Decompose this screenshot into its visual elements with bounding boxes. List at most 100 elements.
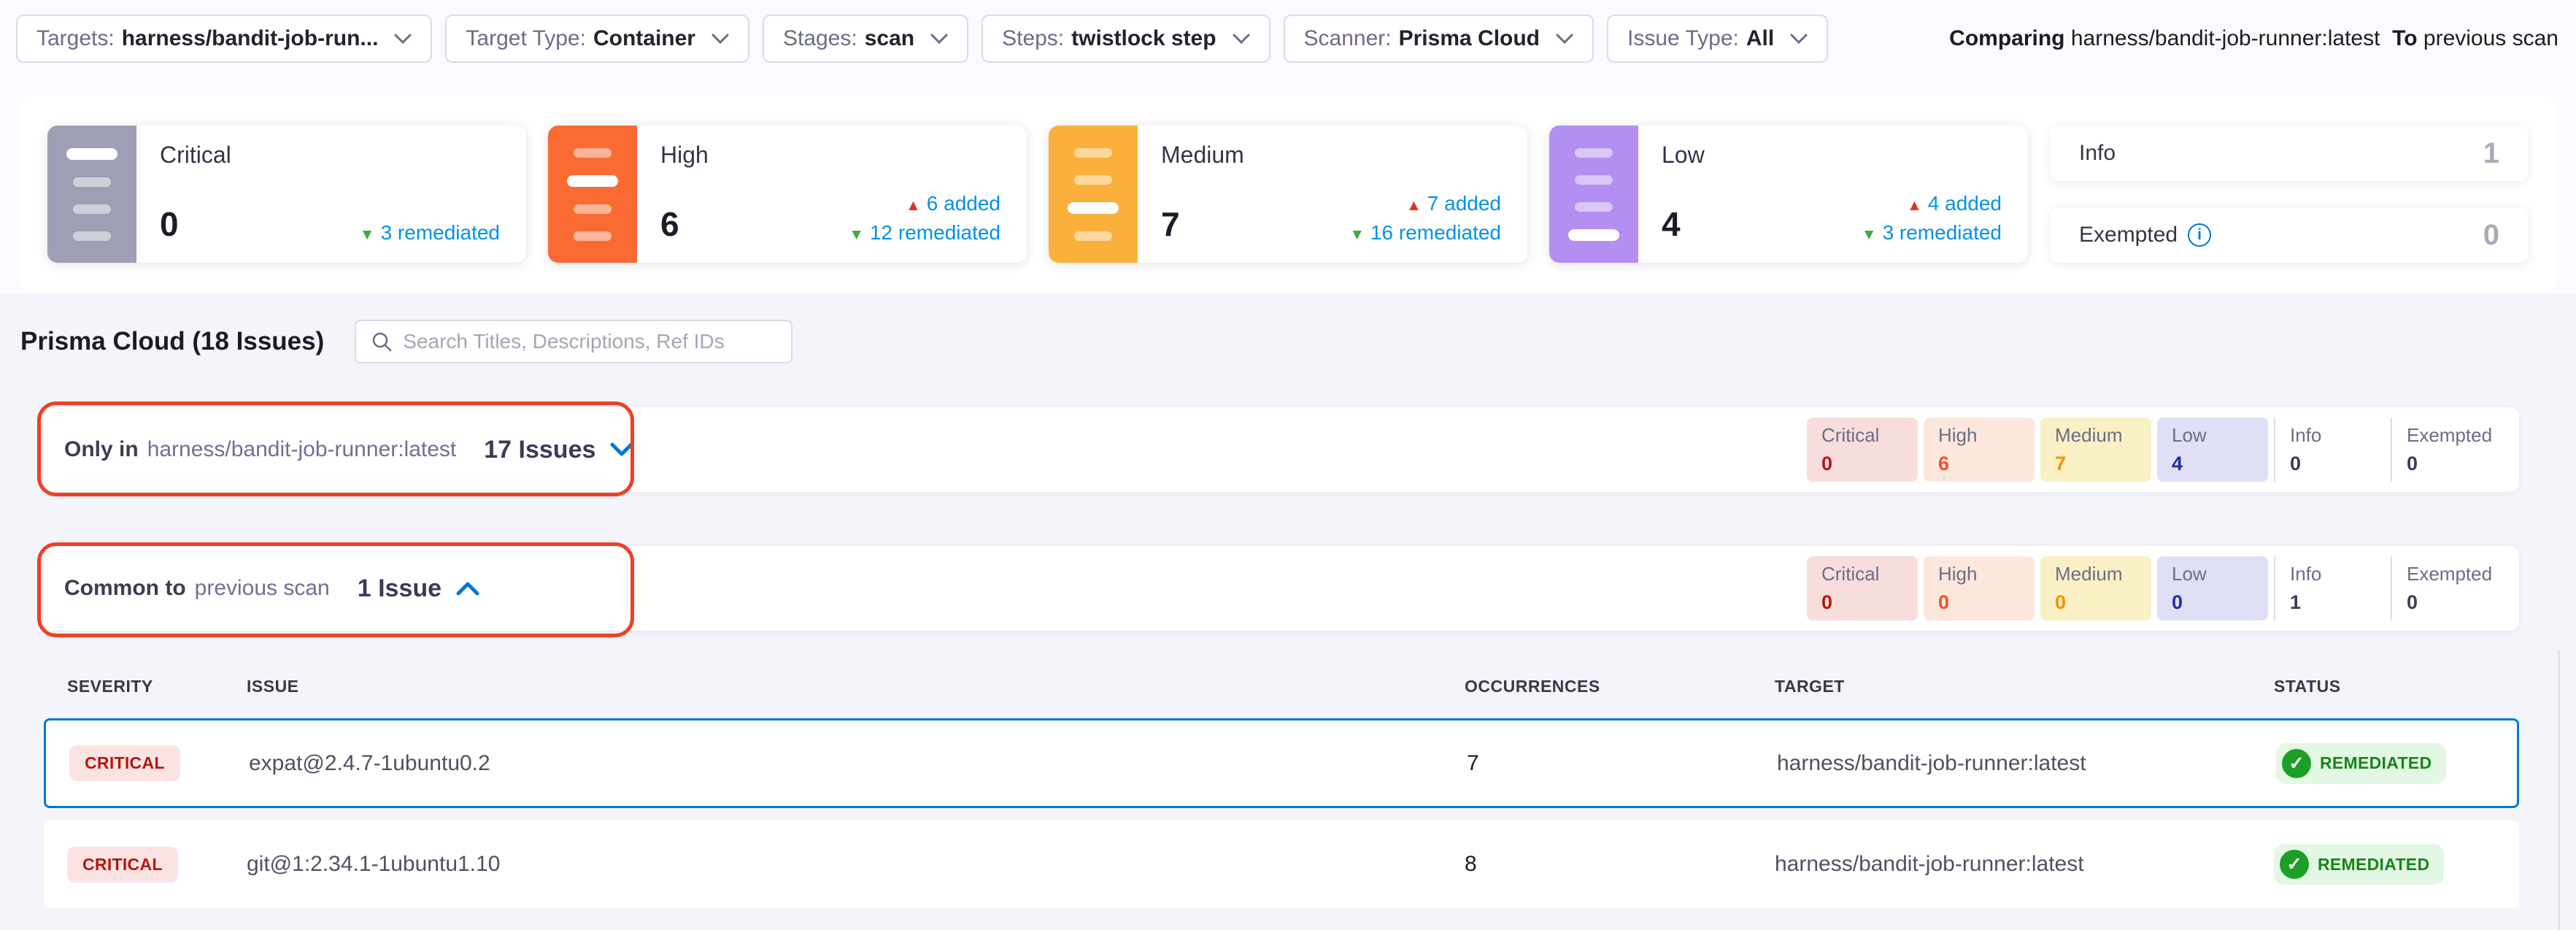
filter-label: Scanner: [1304,26,1392,51]
chip-info: Info 1 [2274,556,2385,620]
chevron-down-icon[interactable] [610,442,633,457]
severity-gauge-icon [548,126,637,263]
chip-low: Low 0 [2157,556,2268,620]
column-header-status: STATUS [2274,677,2496,696]
check-icon: ✓ [2282,749,2311,778]
filter-label: Stages: [783,26,857,51]
info-label: Info [2079,141,2116,166]
triangle-up-icon: ▲ [1406,197,1422,214]
card-count: 0 [160,204,179,244]
triangle-up-icon: ▲ [1907,197,1922,214]
filter-steps[interactable]: Steps: twistlock step [982,15,1270,63]
severity-badge: CRITICAL [67,847,178,883]
added-line[interactable]: ▲4 added [1862,189,2002,219]
remediated-line[interactable]: ▼3 remediated [1862,218,2002,248]
card-count: 4 [1662,204,1681,244]
severity-chips: Critical 0 High 0 Medium 0 Low 0 Info 1 … [1807,556,2502,620]
comparing-target: harness/bandit-job-runner:latest [2071,26,2380,50]
severity-gauge-icon [47,126,136,263]
chevron-down-icon [394,34,412,45]
issue-cell: expat@2.4.7-1ubuntu0.2 [249,751,1467,776]
target-cell: harness/bandit-job-runner:latest [1777,751,2276,776]
exempted-label: Exempted i [2079,223,2211,247]
column-header-occurrences: OCCURRENCES [1465,677,1775,696]
filter-label: Targets: [36,26,115,51]
filter-bar: Targets: harness/bandit-job-run... Targe… [16,15,2558,63]
chevron-down-icon [1233,34,1250,45]
added-line[interactable]: ▲6 added [849,189,1000,219]
trend-block: ▲6 added ▼12 remediated [849,189,1000,248]
scrollbar-track[interactable] [2558,650,2560,930]
info-circle-icon[interactable]: i [2188,223,2211,247]
table-row[interactable]: CRITICAL expat@2.4.7-1ubuntu0.2 7 harnes… [44,718,2519,808]
severity-chips: Critical 0 High 6 Medium 7 Low 4 Info 0 … [1807,418,2502,482]
remediated-line[interactable]: ▼3 remediated [360,218,500,248]
filter-value: All [1746,26,1774,51]
info-exempted-column: Info 1 Exempted i 0 [2050,126,2529,263]
section-header: Prisma Cloud (18 Issues) [20,320,793,364]
column-header-severity: SEVERITY [67,677,247,696]
filter-targets[interactable]: Targets: harness/bandit-job-run... [16,15,432,63]
severity-card-medium: Medium 7 ▲7 added ▼16 remediated [1049,126,1527,263]
filter-label: Steps: [1002,26,1064,51]
severity-card-critical: Critical 0 ▼3 remediated [47,126,526,263]
severity-card-high: High 6 ▲6 added ▼12 remediated [548,126,1027,263]
page-title: Prisma Cloud (18 Issues) [20,327,324,356]
chevron-down-icon [1790,34,1808,45]
filter-scanner[interactable]: Scanner: Prisma Cloud [1284,15,1594,63]
table-row[interactable]: CRITICAL git@1:2.34.1-1ubuntu1.10 8 harn… [44,821,2519,908]
column-header-target: TARGET [1775,677,2274,696]
card-title: Low [1662,142,2002,169]
severity-gauge-icon [1049,126,1138,263]
chip-medium: Medium 7 [2040,418,2151,482]
card-title: Medium [1161,142,1501,169]
severity-badge: CRITICAL [69,745,180,781]
chevron-up-icon[interactable] [456,581,479,596]
filter-issue-type[interactable]: Issue Type: All [1607,15,1828,63]
exempted-count: 0 [2483,219,2499,252]
comparing-suffix: previous scan [2423,26,2558,50]
chip-critical: Critical 0 [1807,556,1918,620]
filter-value: twistlock step [1071,26,1216,51]
triangle-down-icon: ▼ [849,226,864,243]
chevron-down-icon [1556,34,1573,45]
chip-exempted: Exempted 0 [2391,556,2502,620]
filter-value: Prisma Cloud [1399,26,1540,51]
chip-high: High 0 [1924,556,2035,620]
group-target: previous scan [195,576,330,601]
issue-cell: git@1:2.34.1-1ubuntu1.10 [247,852,1465,877]
occurrences-cell: 7 [1467,751,1777,776]
filter-value: Container [593,26,695,51]
group-common-to[interactable]: Common to previous scan 1 Issue Critical… [44,546,2519,631]
trend-block: ▼3 remediated [360,218,500,248]
triangle-down-icon: ▼ [1862,226,1877,243]
status-badge: ✓ REMEDIATED [2276,743,2446,784]
filter-label: Target Type: [466,26,586,51]
remediated-line[interactable]: ▼12 remediated [849,218,1000,248]
added-line[interactable]: ▲7 added [1349,189,1501,219]
search-input[interactable] [403,330,776,353]
comparing-text: Comparing harness/bandit-job-runner:late… [1949,26,2558,51]
comparing-prefix: Comparing [1949,26,2064,50]
check-icon: ✓ [2280,850,2309,879]
group-prefix: Only in [64,437,139,462]
table-header-row: SEVERITY ISSUE OCCURRENCES TARGET STATUS [44,654,2519,718]
card-title: Critical [160,142,500,169]
trend-block: ▲4 added ▼3 remediated [1862,189,2002,248]
filter-stages[interactable]: Stages: scan [763,15,968,63]
status-badge: ✓ REMEDIATED [2274,844,2444,885]
filter-target-type[interactable]: Target Type: Container [445,15,749,63]
group-prefix: Common to [64,576,186,601]
group-only-in[interactable]: Only in harness/bandit-job-runner:latest… [44,407,2519,492]
filter-value: harness/bandit-job-run... [122,26,379,51]
chip-info: Info 0 [2274,418,2385,482]
triangle-down-icon: ▼ [360,226,375,243]
severity-gauge-icon [1549,126,1638,263]
chip-low: Low 4 [2157,418,2268,482]
triangle-up-icon: ▲ [906,197,921,214]
search-icon [371,331,393,353]
card-title: High [660,142,1000,169]
column-header-issue: ISSUE [247,677,1465,696]
issues-table: SEVERITY ISSUE OCCURRENCES TARGET STATUS… [44,654,2519,908]
remediated-line[interactable]: ▼16 remediated [1349,218,1501,248]
